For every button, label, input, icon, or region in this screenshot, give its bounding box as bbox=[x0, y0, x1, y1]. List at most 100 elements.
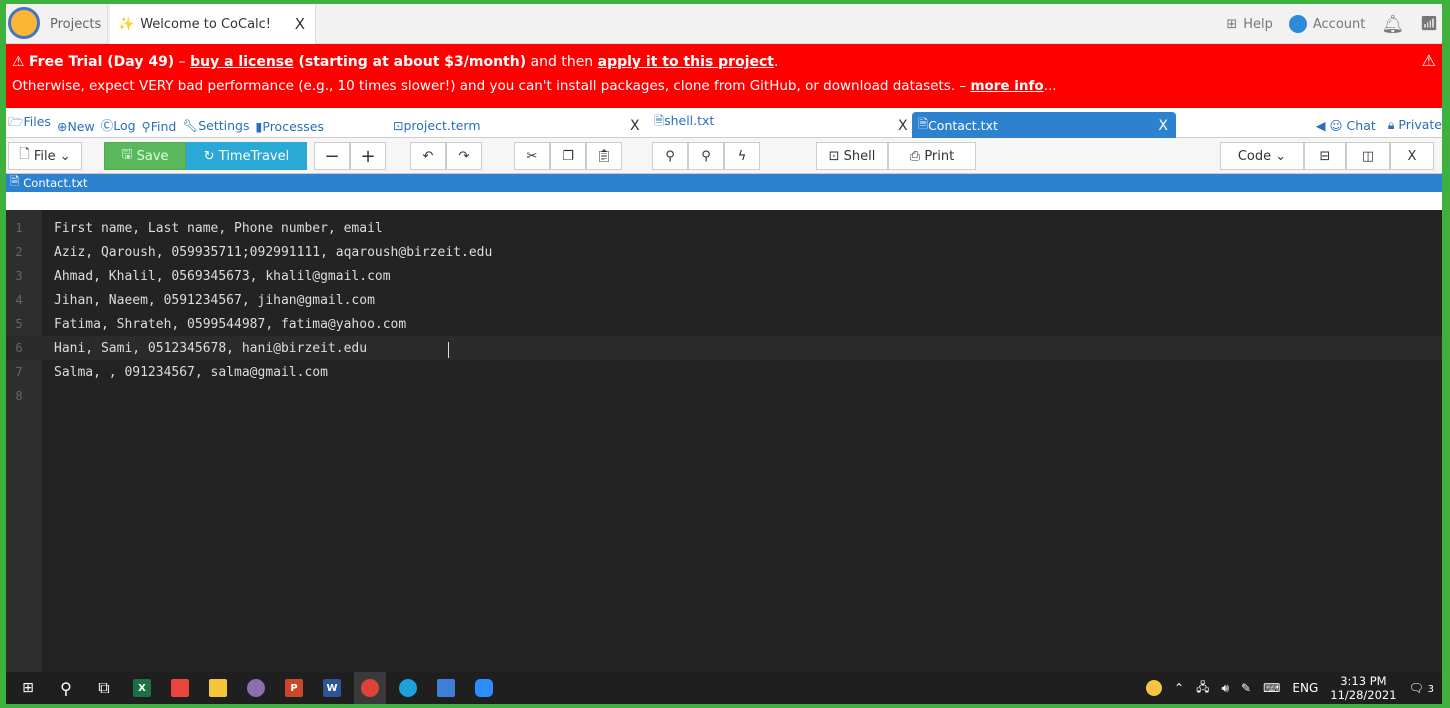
start-button[interactable]: ⊞ bbox=[12, 672, 44, 704]
copy-button[interactable]: ❐ bbox=[550, 142, 586, 170]
globe-icon bbox=[1288, 15, 1307, 33]
private-button[interactable]: 🔒︎ Private bbox=[1388, 117, 1442, 133]
file-icon: 🗎 bbox=[10, 173, 20, 188]
word-app[interactable]: W bbox=[316, 672, 348, 704]
search-button[interactable]: ⚲ bbox=[50, 672, 82, 704]
chrome-app[interactable] bbox=[354, 672, 386, 704]
close-icon[interactable]: X bbox=[630, 118, 640, 134]
edge-app[interactable] bbox=[392, 672, 424, 704]
save-button[interactable]: 🖫 Save bbox=[104, 142, 186, 170]
split-horizontal-button[interactable]: ⊟ bbox=[1304, 142, 1346, 170]
chevron-up-icon[interactable]: ⌃ bbox=[1174, 681, 1184, 695]
goto-line-button[interactable]: ϟ bbox=[724, 142, 760, 170]
editor-line[interactable]: 3 Ahmad, Khalil, 0569345673, khalil@gmail… bbox=[6, 264, 1442, 288]
snip-app[interactable] bbox=[164, 672, 196, 704]
file-tab-label: shell.txt bbox=[664, 113, 715, 128]
notes-icon bbox=[437, 679, 455, 697]
code-view-menu[interactable]: Code ⌄ bbox=[1220, 142, 1304, 170]
file-menu-button[interactable]: 🗋 File ⌄ bbox=[8, 142, 82, 170]
more-info-link[interactable]: more info bbox=[970, 78, 1043, 94]
line-text: Fatima, Shrateh, 0599544987, fatima@yaho… bbox=[54, 316, 407, 332]
word-icon: W bbox=[323, 679, 341, 697]
nav-processes[interactable]: ▮Processes bbox=[255, 119, 324, 134]
line-text: Hani, Sami, 0512345678, hani@birzeit.edu bbox=[54, 340, 368, 356]
print-button[interactable]: ⎙ Print bbox=[888, 142, 976, 170]
code-editor[interactable]: 1 First name, Last name, Phone number, em… bbox=[6, 210, 1442, 672]
close-frame-button[interactable]: X bbox=[1390, 142, 1434, 170]
editor-line[interactable]: 4 Jihan, Naeem, 0591234567, jihan@gmail.c… bbox=[6, 288, 1442, 312]
cut-button[interactable]: ✂ bbox=[514, 142, 550, 170]
file-icon: 🗋 bbox=[19, 147, 34, 162]
chat-icon: ☺ bbox=[1329, 117, 1343, 133]
close-icon[interactable]: X bbox=[898, 118, 908, 134]
weather-icon[interactable] bbox=[1146, 680, 1162, 696]
editor-line[interactable]: 1 First name, Last name, Phone number, em… bbox=[6, 216, 1442, 240]
projects-tab[interactable]: Projects bbox=[44, 4, 109, 44]
folder-icon bbox=[209, 679, 227, 697]
clock[interactable]: 3:13 PM 11/28/2021 bbox=[1330, 674, 1396, 702]
timetravel-button[interactable]: ↻ TimeTravel bbox=[186, 142, 307, 170]
paint-icon bbox=[247, 679, 265, 697]
nav-settings[interactable]: 🔧︎Settings bbox=[182, 118, 249, 134]
close-icon[interactable]: X bbox=[295, 15, 305, 33]
file-tab-project-term[interactable]: ⊡project.term bbox=[393, 118, 481, 133]
volume-icon[interactable]: 🔊︎ bbox=[1221, 681, 1229, 696]
editor-line[interactable]: 8 bbox=[6, 384, 1442, 408]
chrome-icon bbox=[361, 679, 379, 697]
notifications-button[interactable]: 🗨 3 bbox=[1409, 681, 1434, 695]
bell-icon[interactable]: 🔔︎ bbox=[1381, 14, 1404, 35]
redo-button[interactable]: ↷ bbox=[446, 142, 482, 170]
line-text: Jihan, Naeem, 0591234567, jihan@gmail.co… bbox=[54, 292, 375, 308]
trial-banner: ⚠ Free Trial (Day 49) – buy a license (s… bbox=[6, 44, 1442, 108]
bolt-icon: ϟ bbox=[737, 148, 747, 164]
line-number: 3 bbox=[15, 269, 23, 283]
banner-line2: Otherwise, expect VERY bad performance (… bbox=[12, 78, 971, 94]
replace-button[interactable]: ⚲ bbox=[688, 142, 724, 170]
network-icon[interactable]: 🖧 bbox=[1196, 678, 1209, 699]
close-icon[interactable]: X bbox=[1158, 118, 1168, 134]
editor-line-active[interactable]: 6 Hani, Sami, 0512345678, hani@birzeit.ed… bbox=[6, 336, 1442, 360]
nav-find[interactable]: ⚲Find bbox=[142, 119, 177, 134]
font-decrease-button[interactable]: − bbox=[314, 142, 350, 170]
buy-license-link[interactable]: buy a license bbox=[190, 54, 294, 70]
apply-license-link[interactable]: apply it to this project bbox=[598, 54, 774, 70]
nav-files[interactable]: 🗁Files bbox=[8, 113, 51, 134]
find-button[interactable]: ⚲ bbox=[652, 142, 688, 170]
welcome-project-tab[interactable]: ✨ Welcome to CoCalc! X bbox=[110, 4, 316, 44]
notes-app[interactable] bbox=[430, 672, 462, 704]
file-tab-contact-txt[interactable]: 🗎 Contact.txt X bbox=[912, 112, 1176, 139]
cocalc-logo-icon[interactable] bbox=[8, 7, 40, 39]
file-explorer-app[interactable] bbox=[202, 672, 234, 704]
file-tab-shell-txt[interactable]: 🗎shell.txt bbox=[654, 112, 714, 133]
undo-button[interactable]: ↶ bbox=[410, 142, 446, 170]
nav-processes-label: Processes bbox=[262, 119, 324, 134]
zoom-app[interactable] bbox=[468, 672, 500, 704]
editor-line[interactable]: 5 Fatima, Shrateh, 0599544987, fatima@yah… bbox=[6, 312, 1442, 336]
period-text: . bbox=[773, 54, 779, 70]
account-button[interactable]: Account bbox=[1288, 15, 1365, 33]
pen-icon[interactable]: ✎ bbox=[1241, 681, 1251, 695]
help-button[interactable]: ⊞ Help bbox=[1226, 17, 1273, 32]
nav-log[interactable]: ⒸLog bbox=[101, 115, 136, 134]
powerpoint-app[interactable]: P bbox=[278, 672, 310, 704]
keyboard-icon[interactable]: ⌨ bbox=[1263, 681, 1280, 695]
paint-app[interactable] bbox=[240, 672, 272, 704]
language-indicator[interactable]: ENG bbox=[1292, 681, 1318, 695]
line-number: 5 bbox=[15, 317, 23, 331]
split-vertical-button[interactable]: ◫ bbox=[1346, 142, 1390, 170]
editor-line[interactable]: 2 Aziz, Qaroush, 059935711;092991111, aqa… bbox=[6, 240, 1442, 264]
chat-label: Chat bbox=[1346, 117, 1376, 133]
font-increase-button[interactable]: + bbox=[350, 142, 386, 170]
sparkle-app-icon bbox=[171, 679, 189, 697]
nav-new[interactable]: ⊕New bbox=[57, 119, 95, 134]
file-menu-label: File bbox=[33, 148, 56, 164]
line-number: 7 bbox=[15, 365, 23, 379]
task-view-button[interactable]: ⧉ bbox=[88, 672, 120, 704]
system-tray: ⌃ 🖧 🔊︎ ✎ ⌨ ENG 3:13 PM 11/28/2021 🗨 3 bbox=[1146, 672, 1434, 704]
shell-button[interactable]: ⊡ Shell bbox=[816, 142, 888, 170]
editor-line[interactable]: 7 Salma, , 091234567, salma@gmail.com bbox=[6, 360, 1442, 384]
chevron-down-icon: ⌄ bbox=[1271, 148, 1287, 164]
chat-button[interactable]: ◀ ☺ Chat bbox=[1316, 118, 1376, 133]
excel-app[interactable]: X bbox=[126, 672, 158, 704]
paste-button[interactable]: 📋︎ bbox=[586, 142, 622, 170]
